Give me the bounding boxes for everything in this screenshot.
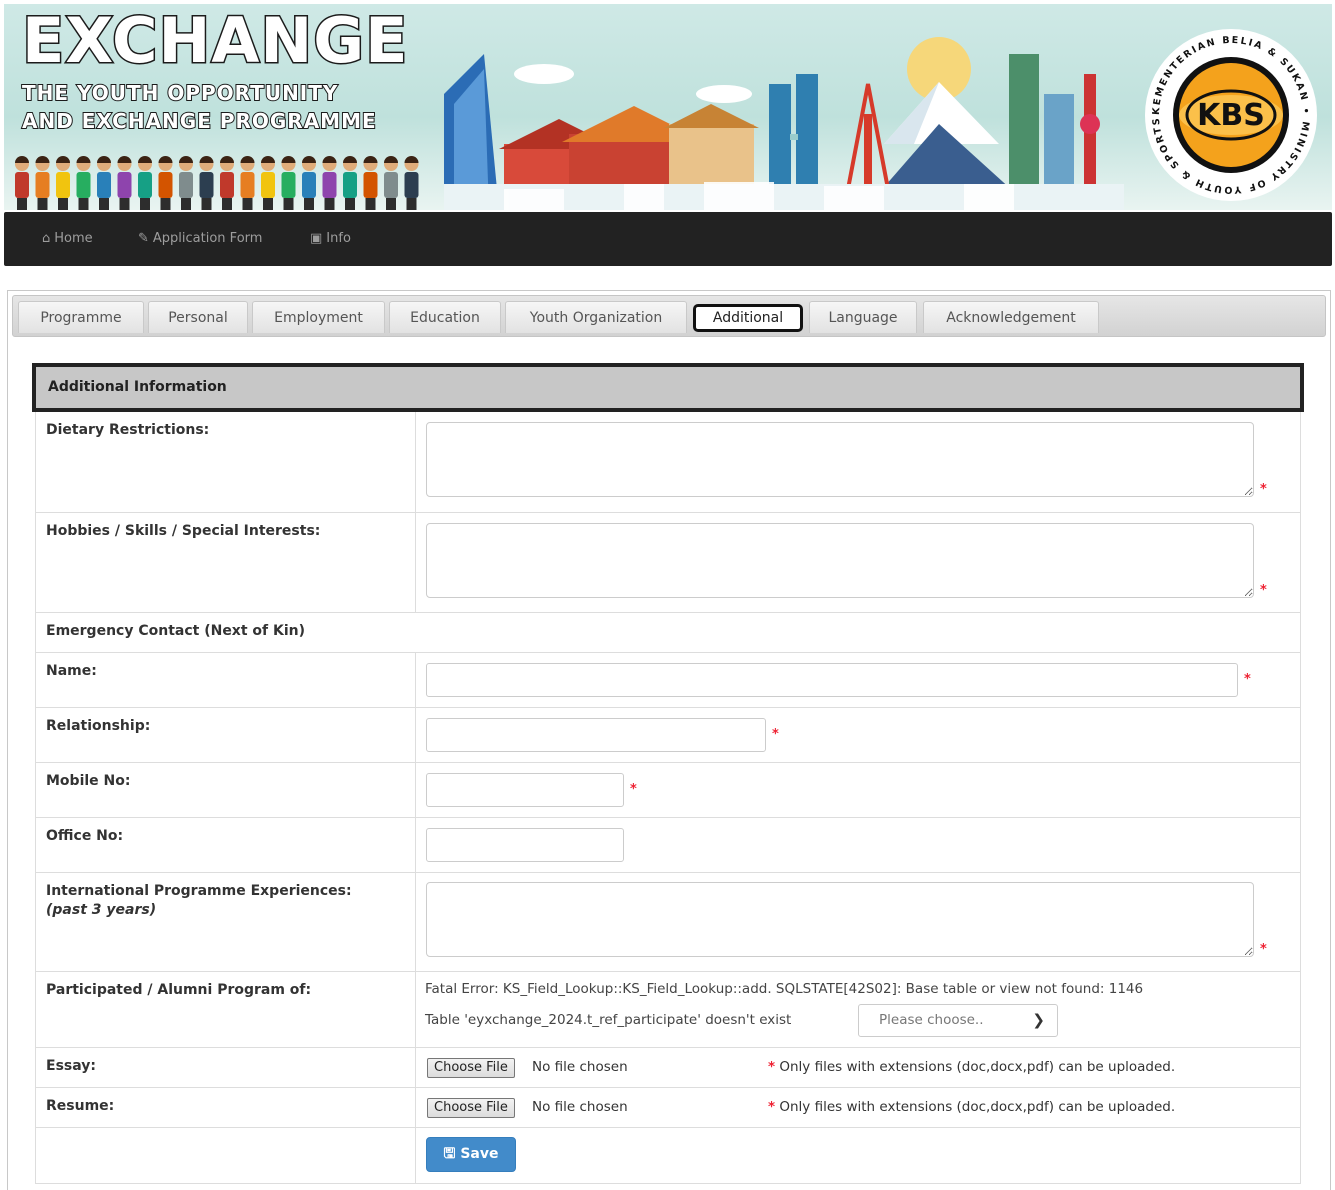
relationship-label: Relationship:: [36, 708, 416, 762]
header-banner: EXCHANGE THE YOUTH OPPORTUNITY AND EXCHA…: [4, 4, 1332, 210]
tab-language[interactable]: Language: [809, 301, 917, 333]
banner-subtitle-line2: AND EXCHANGE PROGRAMME: [21, 109, 377, 133]
intl-sublabel: (past 3 years): [46, 902, 157, 918]
resume-note-required-mark: *: [768, 1099, 776, 1115]
skyline-illustration: [444, 37, 1124, 210]
nav-home[interactable]: ⌂ Home: [42, 231, 93, 246]
row-mobile: Mobile No:: [35, 763, 1301, 818]
participated-select-value: Please choose..: [879, 1012, 984, 1028]
office-input[interactable]: [426, 828, 624, 862]
banner-title: EXCHANGE: [20, 4, 409, 77]
logo-text: KBS: [1197, 98, 1265, 133]
name-input[interactable]: [426, 663, 1238, 697]
tab-youth-organization[interactable]: Youth Organization: [505, 301, 687, 333]
row-emergency-heading: Emergency Contact (Next of Kin): [35, 613, 1301, 653]
row-office: Office No:: [35, 818, 1301, 873]
resume-file-note: * Only files with extensions (doc,docx,p…: [768, 1099, 1175, 1115]
relationship-input[interactable]: [426, 718, 766, 752]
kbs-logo: KEMENTERIAN BELIA & SUKAN • MINISTRY OF …: [1142, 26, 1317, 201]
nav-home-label: Home: [54, 231, 93, 246]
image-icon: ▣: [310, 231, 323, 246]
home-icon: ⌂: [42, 231, 51, 246]
essay-choose-file-button[interactable]: Choose File: [427, 1058, 515, 1078]
dietary-textarea[interactable]: [426, 422, 1254, 497]
resume-label: Resume:: [36, 1088, 416, 1127]
participated-select[interactable]: Please choose.. ❯: [858, 1004, 1058, 1037]
essay-label: Essay:: [36, 1048, 416, 1087]
mobile-input[interactable]: [426, 773, 624, 807]
nav-info[interactable]: ▣ Info: [310, 231, 351, 246]
save-button-label: Save: [460, 1146, 499, 1162]
error-message-line2: Table 'eyxchange_2024.t_ref_participate'…: [425, 1012, 792, 1028]
tab-bar: Programme Personal Employment Education …: [12, 295, 1326, 337]
section-title: Additional Information: [32, 363, 1304, 412]
top-navbar: ⌂ Home ✎ Application Form ▣ Info: [4, 212, 1332, 266]
tab-additional[interactable]: Additional: [693, 304, 803, 332]
intl-label-cell: International Programme Experiences: (pa…: [36, 873, 416, 971]
hobbies-textarea[interactable]: [426, 523, 1254, 598]
banner-subtitle-line1: THE YOUTH OPPORTUNITY: [21, 81, 339, 105]
dietary-required-mark: *: [1260, 482, 1267, 497]
youth-figures-illustration: [15, 156, 419, 210]
row-save: [35, 1128, 1301, 1184]
intl-textarea[interactable]: [426, 882, 1254, 957]
nav-application-form-label: Application Form: [152, 231, 263, 246]
pencil-icon: ✎: [138, 231, 149, 246]
nav-info-label: Info: [326, 231, 351, 246]
essay-note-required-mark: *: [768, 1059, 776, 1075]
participated-label: Participated / Alumni Program of:: [36, 972, 416, 1047]
chevron-down-icon: ❯: [1032, 1011, 1045, 1029]
tab-programme[interactable]: Programme: [18, 301, 144, 333]
essay-note-text: Only files with extensions (doc,docx,pdf…: [779, 1059, 1176, 1075]
tab-education[interactable]: Education: [389, 301, 501, 333]
intl-label: International Programme Experiences:: [46, 883, 352, 899]
hobbies-label: Hobbies / Skills / Special Interests:: [36, 513, 416, 612]
dietary-label: Dietary Restrictions:: [36, 412, 416, 512]
save-row-empty-label: [36, 1128, 416, 1183]
office-label: Office No:: [36, 818, 416, 872]
emergency-heading: Emergency Contact (Next of Kin): [46, 623, 305, 639]
tab-acknowledgement[interactable]: Acknowledgement: [923, 301, 1099, 333]
tab-employment[interactable]: Employment: [252, 301, 385, 333]
essay-file-note: * Only files with extensions (doc,docx,p…: [768, 1059, 1175, 1075]
mobile-label: Mobile No:: [36, 763, 416, 817]
mobile-required-mark: *: [630, 782, 637, 797]
resume-choose-file-button[interactable]: Choose File: [427, 1098, 515, 1118]
hobbies-required-mark: *: [1260, 583, 1267, 598]
error-message-line1: Fatal Error: KS_Field_Lookup::KS_Field_L…: [425, 981, 1144, 997]
relationship-required-mark: *: [772, 727, 779, 742]
intl-required-mark: *: [1260, 942, 1267, 957]
name-required-mark: *: [1244, 672, 1251, 687]
essay-file-status: No file chosen: [532, 1059, 628, 1075]
save-icon: 🖫: [443, 1146, 456, 1162]
name-label: Name:: [36, 653, 416, 707]
nav-application-form[interactable]: ✎ Application Form: [138, 231, 262, 246]
resume-file-status: No file chosen: [532, 1099, 628, 1115]
tab-personal[interactable]: Personal: [148, 301, 248, 333]
save-button[interactable]: 🖫 Save: [426, 1137, 516, 1172]
resume-note-text: Only files with extensions (doc,docx,pdf…: [779, 1099, 1176, 1115]
